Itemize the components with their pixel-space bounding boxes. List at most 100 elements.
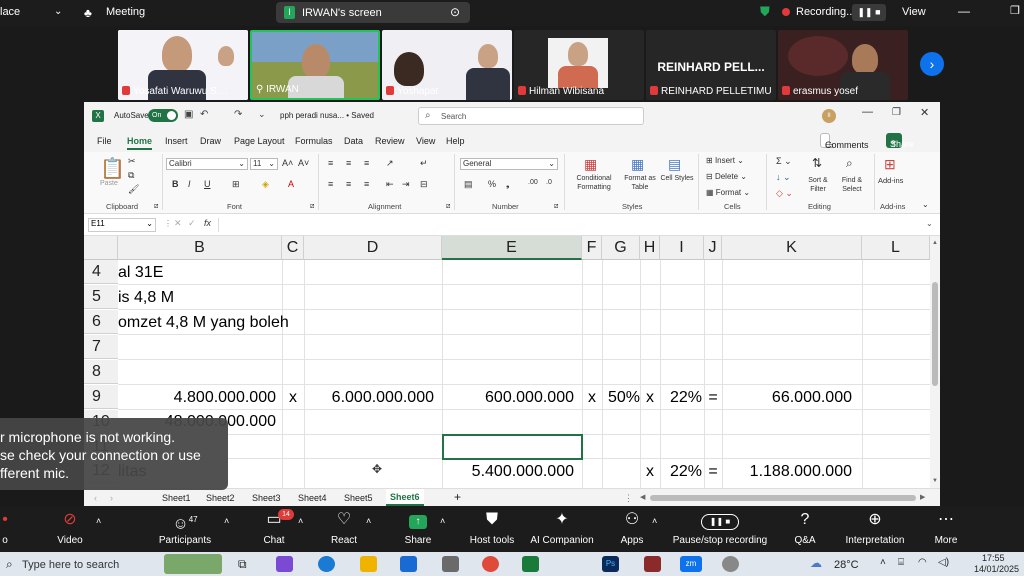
accounting-format-icon[interactable]: ▤ [464, 179, 473, 190]
sort-filter-button[interactable]: Sort & Filter [802, 176, 834, 194]
row-header[interactable]: 4 [84, 260, 118, 284]
cell-f9[interactable]: x [582, 389, 602, 407]
align-left-icon[interactable]: ≡ [328, 179, 333, 189]
copy-icon[interactable]: ⧉ [128, 170, 134, 181]
video-options-icon[interactable]: ˄ [96, 516, 101, 526]
align-top-icon[interactable]: ≡ [328, 158, 333, 168]
find-select-button[interactable]: Find & Select [834, 176, 870, 194]
comments-button[interactable]: ▭ Comments [820, 133, 869, 150]
wifi-icon[interactable]: ◠ [918, 557, 927, 568]
view-button[interactable]: View [902, 6, 926, 18]
autosave-toggle[interactable]: On [148, 109, 178, 122]
tab-insert[interactable]: Insert [165, 136, 188, 146]
increase-decimal-icon[interactable]: .00 [528, 179, 538, 186]
undo-icon[interactable]: ↶ [200, 109, 208, 120]
sheet-tab[interactable]: Sheet5 [344, 493, 373, 503]
row-header[interactable]: 7 [84, 335, 118, 359]
cell-h9[interactable]: x [640, 389, 660, 407]
add-ins-button[interactable]: Add-ins [878, 176, 903, 185]
column-header-b[interactable]: B [118, 236, 282, 260]
redo-icon[interactable]: ↷ [234, 109, 242, 120]
conditional-formatting-icon[interactable]: ▦ [584, 156, 597, 173]
chevron-down-icon[interactable]: ⌄ [54, 6, 62, 17]
participant-tile[interactable]: Yoshapat [382, 30, 512, 100]
scroll-left-icon[interactable]: ◀ [640, 493, 645, 501]
format-as-table-button[interactable]: Format as Table [620, 174, 660, 192]
minimize-icon[interactable]: — [958, 4, 970, 18]
column-header-g[interactable]: G [602, 236, 640, 260]
paste-label[interactable]: Paste [100, 180, 118, 187]
increase-indent-icon[interactable]: ⇥ [402, 179, 410, 190]
paste-icon[interactable]: 📋 [100, 156, 125, 181]
add-sheet-icon[interactable]: + [454, 490, 461, 504]
host-tools-button[interactable]: ⛊ Host tools [466, 510, 518, 546]
share-button[interactable]: ↑ Share [398, 510, 438, 546]
temperature[interactable]: 28°C [834, 559, 859, 571]
clock-date[interactable]: 14/01/2025 [974, 564, 1019, 574]
qa-button[interactable]: ? Q&A [788, 510, 822, 546]
column-header-h[interactable]: H [640, 236, 660, 260]
delete-cells-button[interactable]: ⊟ Delete ⌄ [706, 172, 747, 181]
winrar-icon[interactable] [644, 556, 661, 572]
cut-icon[interactable]: ✂ [128, 156, 136, 167]
tab-formulas[interactable]: Formulas [295, 136, 333, 146]
photoshop-icon[interactable]: Ps [602, 556, 619, 572]
file-name[interactable]: pph peradi nusa... • Saved [280, 111, 374, 120]
horizontal-scroll-thumb[interactable] [650, 495, 916, 501]
clear-icon[interactable]: ◇ ⌄ [776, 188, 793, 199]
number-format-box[interactable]: General ⌄ [460, 158, 558, 170]
options-icon[interactable]: ⋮ [164, 219, 172, 228]
decrease-decimal-icon[interactable]: .0 [546, 179, 552, 186]
scroll-down-icon[interactable]: ▼ [932, 478, 938, 484]
more-button[interactable]: ⋯ More [928, 510, 964, 546]
weather-icon[interactable]: ☁ [810, 556, 822, 570]
participant-tile[interactable]: Yosafati Waruwu S.... [118, 30, 248, 100]
row-header[interactable]: 9 [84, 385, 118, 409]
restore-icon[interactable]: ❐ [892, 107, 901, 118]
video-button[interactable]: ⊘ Video [48, 510, 92, 546]
recording-button[interactable]: ❚❚ ■ Pause/stop recording [670, 510, 770, 546]
cell-g9[interactable]: 50% [602, 389, 640, 407]
ai-companion-button[interactable]: ✦ AI Companion [528, 510, 596, 546]
dialog-launcher-icon[interactable]: ⧄ [554, 203, 558, 211]
minimize-icon[interactable]: — [862, 106, 873, 118]
customize-toolbar-icon[interactable]: ⌄ [258, 109, 266, 120]
cell-k12[interactable]: 1.188.000.000 [722, 463, 852, 481]
cell-j9[interactable]: = [704, 389, 722, 407]
cell-j12[interactable]: = [704, 463, 722, 481]
column-header-f[interactable]: F [582, 236, 602, 260]
save-icon[interactable]: ▣ [184, 109, 193, 120]
mail-icon[interactable] [400, 556, 417, 572]
cell-b4[interactable]: al 31E [118, 264, 163, 282]
comma-style-icon[interactable]: ❟ [506, 179, 510, 190]
tab-page-layout[interactable]: Page Layout [234, 136, 285, 146]
cell-i9[interactable]: 22% [660, 389, 702, 407]
underline-icon[interactable]: U [204, 179, 211, 189]
tab-file[interactable]: File [97, 136, 112, 146]
sheet-tab-active[interactable]: Sheet6 [386, 489, 424, 506]
collapse-ribbon-icon[interactable]: ⌄ [922, 200, 929, 209]
copilot-icon[interactable] [276, 556, 293, 572]
task-view-icon[interactable]: ⧉ [238, 557, 247, 572]
more-options-icon[interactable]: ⊙ [450, 5, 460, 19]
decrease-font-icon[interactable]: A˅ [298, 158, 309, 168]
next-page-button[interactable]: › [920, 52, 944, 76]
sheet-tab[interactable]: Sheet3 [252, 493, 281, 503]
align-center-icon[interactable]: ≡ [346, 179, 351, 189]
dialog-launcher-icon[interactable]: ⧄ [446, 203, 450, 211]
font-color-icon[interactable]: A [288, 179, 294, 189]
bold-icon[interactable]: B [172, 179, 179, 189]
cell-styles-button[interactable]: Cell Styles [660, 174, 694, 183]
align-right-icon[interactable]: ≡ [364, 179, 369, 189]
dialog-launcher-icon[interactable]: ⧄ [154, 203, 158, 211]
tray-overflow-icon[interactable]: ˄ [880, 557, 886, 568]
cancel-icon[interactable]: ✕ [174, 218, 182, 229]
column-header-c[interactable]: C [282, 236, 304, 260]
cell-b9[interactable]: 4.800.000.000 [118, 389, 276, 407]
insert-cells-button[interactable]: ⊞ Insert ⌄ [706, 156, 744, 165]
italic-icon[interactable]: I [188, 179, 191, 189]
chrome-icon[interactable] [482, 556, 499, 572]
edge-icon[interactable] [318, 556, 335, 572]
column-header-l[interactable]: L [862, 236, 930, 260]
font-size-box[interactable]: 11 ⌄ [250, 158, 278, 170]
